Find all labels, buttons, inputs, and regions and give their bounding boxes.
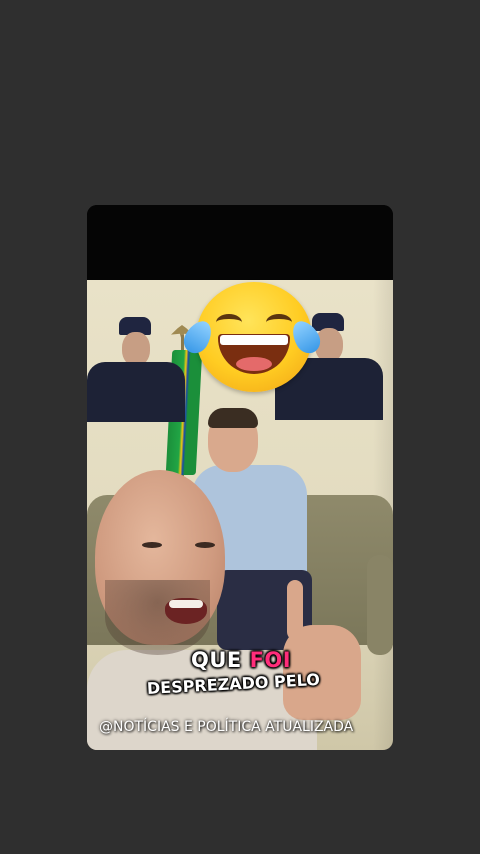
caption-word-foi-highlight: FOI <box>249 648 292 672</box>
emoji-eye-left <box>216 314 242 331</box>
seated-man-hair <box>208 408 258 428</box>
guard-left-face <box>122 332 150 366</box>
caption-line-1: QUE FOI <box>191 648 291 672</box>
guard-left-uniform <box>87 362 185 422</box>
laughing-tears-emoji-icon <box>179 282 325 392</box>
selfie-man-eye-left <box>142 542 162 548</box>
story-video-card[interactable]: QUE FOI DESPREZADO PELO @NOTÍCIAS E POLÍ… <box>87 205 393 750</box>
emoji-tongue <box>236 357 272 371</box>
story-viewer-screen: QUE FOI DESPREZADO PELO @NOTÍCIAS E POLÍ… <box>0 0 480 854</box>
caption-word-que: QUE <box>191 648 250 672</box>
video-letterbox-top <box>87 205 393 280</box>
selfie-man-eye-right <box>195 542 215 548</box>
sofa-arm <box>367 555 393 655</box>
selfie-man-teeth <box>169 600 203 608</box>
emoji-eye-right <box>266 314 292 331</box>
channel-watermark: @NOTÍCIAS E POLÍTICA ATUALIZADA <box>99 719 354 735</box>
emoji-teeth <box>220 335 288 345</box>
